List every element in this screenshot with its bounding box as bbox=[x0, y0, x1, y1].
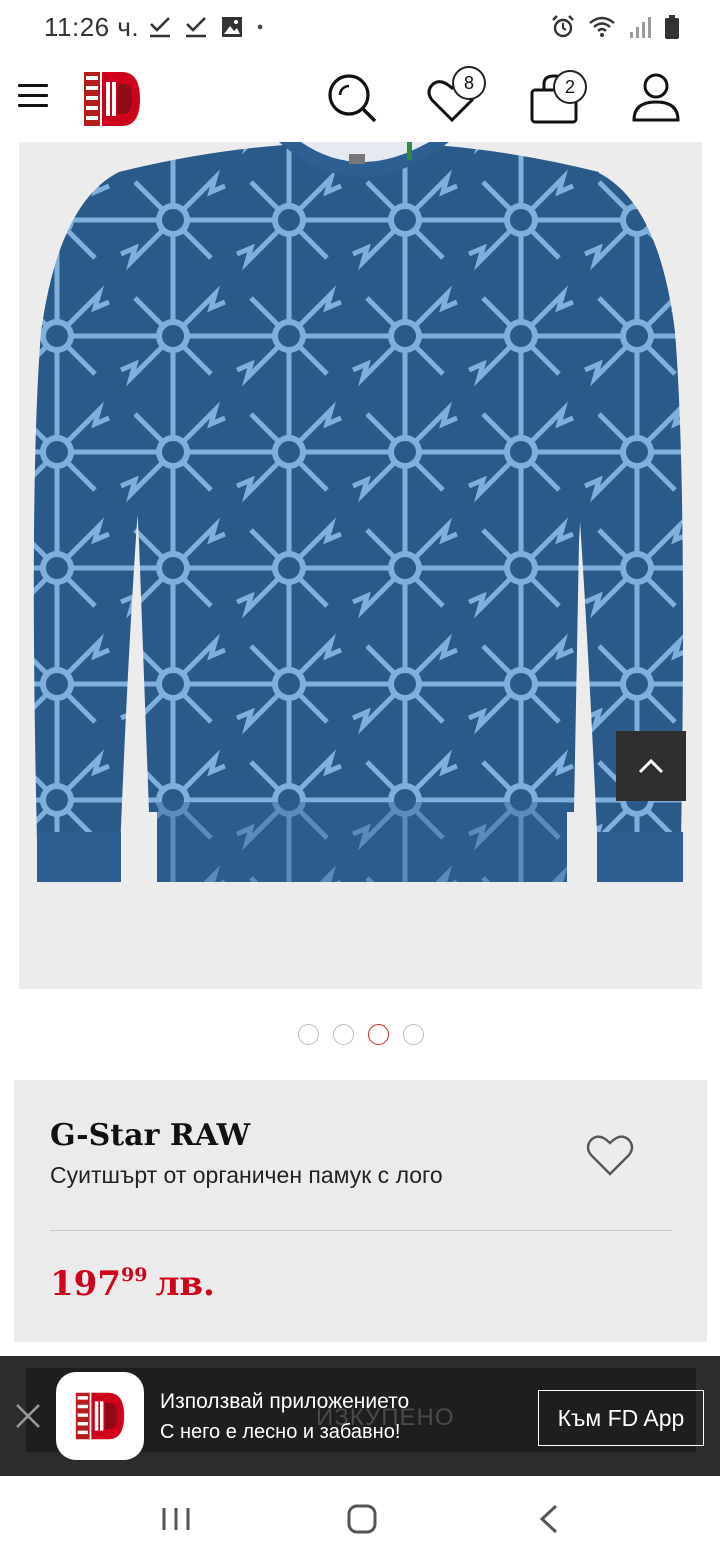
check-download-icon bbox=[186, 17, 206, 38]
back-icon[interactable] bbox=[530, 1502, 570, 1536]
gallery-dot[interactable] bbox=[333, 1024, 354, 1045]
divider bbox=[50, 1230, 672, 1231]
open-app-button[interactable]: Към FD App bbox=[538, 1390, 704, 1446]
search-icon[interactable] bbox=[324, 70, 380, 126]
user-icon[interactable] bbox=[628, 70, 684, 126]
price-currency: лв. bbox=[155, 1264, 215, 1304]
wishlist-count-badge: 8 bbox=[452, 66, 486, 100]
product-price: 19799 лв. bbox=[50, 1264, 215, 1304]
status-left-icons bbox=[148, 14, 270, 40]
alarm-icon bbox=[552, 15, 574, 38]
chevron-up-icon bbox=[638, 758, 664, 774]
recent-apps-icon[interactable] bbox=[156, 1502, 196, 1536]
product-image[interactable] bbox=[19, 142, 702, 989]
logo[interactable] bbox=[82, 70, 142, 128]
menu-icon[interactable] bbox=[18, 84, 48, 110]
app-icon bbox=[56, 1372, 144, 1460]
add-to-wishlist-button[interactable] bbox=[548, 1114, 672, 1194]
app-banner-title: Използвай приложението bbox=[160, 1390, 410, 1413]
scroll-to-top-button[interactable] bbox=[616, 731, 686, 801]
system-nav-bar bbox=[0, 1476, 720, 1560]
gallery-dot[interactable] bbox=[403, 1024, 424, 1045]
status-bar: 11:26 ч. bbox=[0, 0, 720, 56]
battery-icon bbox=[665, 15, 679, 39]
app-header: 8 2 bbox=[0, 56, 720, 142]
product-info-card: G-Star RAW Суитшърт от органичен памук с… bbox=[14, 1080, 707, 1342]
product-brand[interactable]: G-Star RAW bbox=[50, 1118, 250, 1153]
cart-count-badge: 2 bbox=[553, 70, 587, 104]
app-promo-banner: ИЗКУПЕНО Използвай приложението С него е… bbox=[0, 1356, 720, 1476]
dot-icon bbox=[257, 24, 263, 30]
app-banner-subtitle: С него е лесно и забавно! bbox=[160, 1421, 401, 1443]
price-cents: 99 bbox=[120, 1264, 148, 1286]
check-download-icon bbox=[150, 17, 170, 38]
home-icon[interactable] bbox=[342, 1502, 382, 1536]
status-right-icons bbox=[550, 14, 680, 40]
wifi-icon bbox=[589, 16, 615, 37]
gallery-pagination bbox=[0, 1024, 720, 1045]
close-icon[interactable] bbox=[12, 1400, 44, 1432]
gallery-dot-active[interactable] bbox=[368, 1024, 389, 1045]
price-main: 197 bbox=[50, 1264, 121, 1304]
product-name: Суитшърт от органичен памук с лого bbox=[50, 1162, 443, 1188]
gallery-dot[interactable] bbox=[298, 1024, 319, 1045]
sweatshirt-image bbox=[19, 142, 702, 989]
app-logo-icon bbox=[75, 1392, 125, 1440]
image-icon bbox=[222, 17, 242, 37]
status-time: 11:26 ч. bbox=[44, 12, 140, 42]
signal-icon bbox=[630, 17, 651, 38]
heart-icon bbox=[586, 1135, 634, 1176]
